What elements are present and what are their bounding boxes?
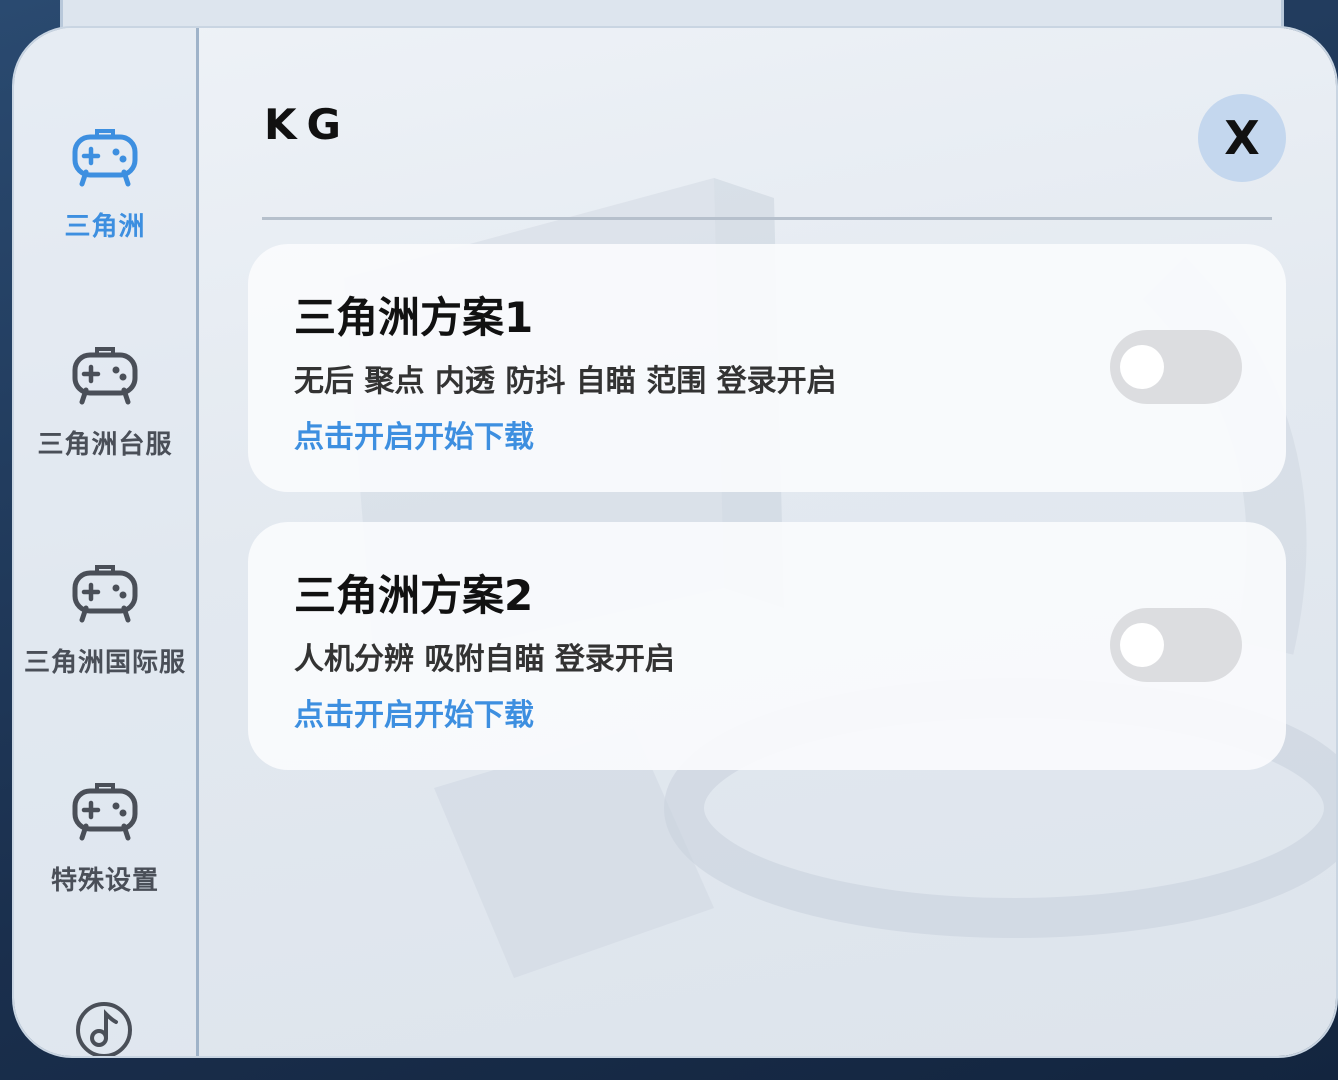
sidebar-item-special-settings[interactable]: 特殊设置 [14,782,196,932]
sidebar-item-delta[interactable]: 三角洲 [14,128,196,278]
card-title: 三角洲方案1 [294,293,534,342]
gamepad-icon [72,129,138,187]
card-title: 三角洲方案2 [294,571,534,620]
download-link[interactable]: 点击开启开始下载 [294,690,534,734]
main-panel: 三角洲 三角洲台服 三角洲国际服 特殊设置 KG X 三角洲方案1 无后 聚点 … [14,28,1336,1056]
scheme-card-1: 三角洲方案1 无后 聚点 内透 防抖 自瞄 范围 登录开启 点击开启开始下载 [248,244,1286,492]
sidebar-item-delta-intl[interactable]: 三角洲国际服 [14,564,196,714]
music-note-icon[interactable] [74,1000,134,1056]
sidebar-item-delta-tw[interactable]: 三角洲台服 [14,346,196,496]
header-divider [262,217,1272,220]
page-title: KG [264,100,352,149]
download-link[interactable]: 点击开启开始下载 [294,412,534,456]
gamepad-icon [72,347,138,405]
gamepad-icon [72,783,138,841]
toggle-knob [1120,345,1164,389]
card-description: 无后 聚点 内透 防抖 自瞄 范围 登录开启 [294,364,837,399]
gamepad-icon [72,565,138,623]
sidebar: 三角洲 三角洲台服 三角洲国际服 特殊设置 [14,28,199,1056]
scheme-1-toggle[interactable] [1110,330,1242,404]
close-button[interactable]: X [1198,94,1286,182]
sidebar-item-label: 特殊设置 [50,866,159,896]
card-description: 人机分辨 吸附自瞄 登录开启 [294,642,675,677]
sidebar-item-label: 三角洲 [64,212,146,242]
scheme-card-2: 三角洲方案2 人机分辨 吸附自瞄 登录开启 点击开启开始下载 [248,522,1286,770]
sidebar-item-label: 三角洲国际服 [23,648,186,678]
toggle-knob [1120,623,1164,667]
scheme-2-toggle[interactable] [1110,608,1242,682]
sidebar-item-label: 三角洲台服 [37,430,173,460]
